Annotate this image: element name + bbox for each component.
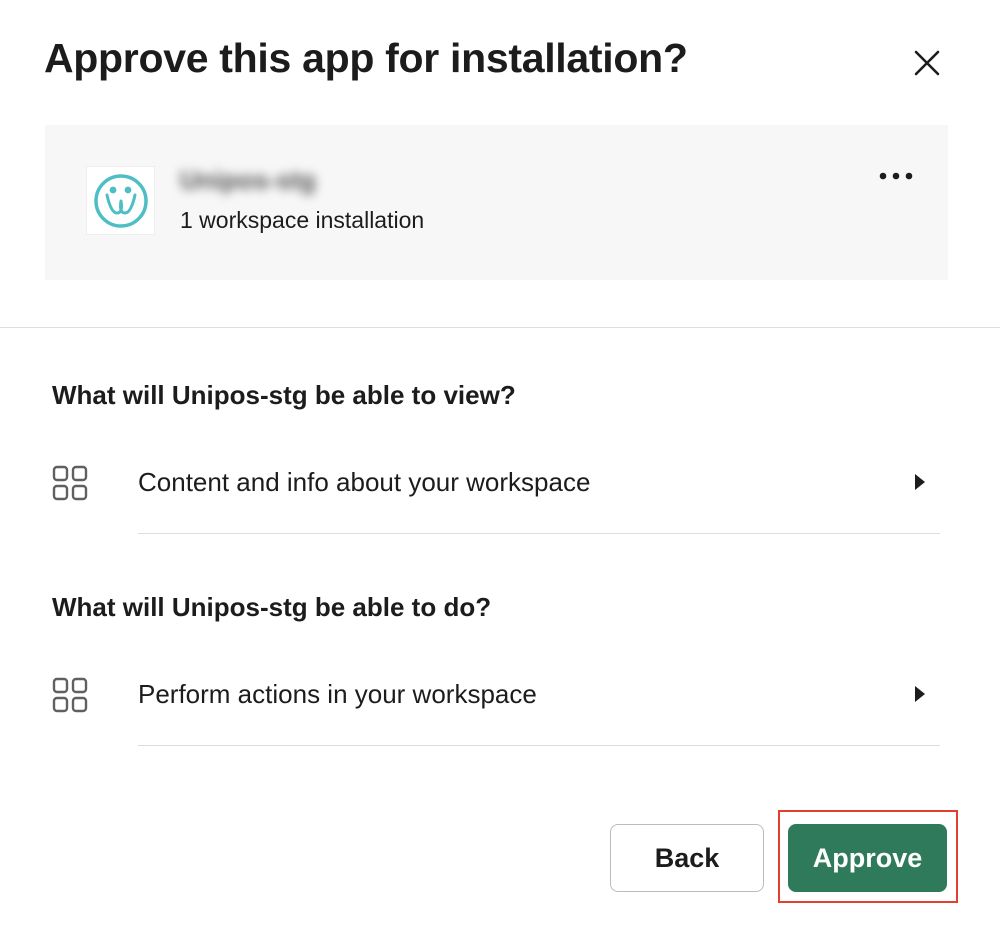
app-installation-count: 1 workspace installation: [180, 207, 425, 233]
more-horizontal-icon: [879, 172, 913, 180]
app-logo: [86, 166, 155, 235]
more-options-button[interactable]: [871, 159, 921, 193]
permission-row-view-content[interactable]: Content and info about your workspace: [50, 447, 940, 541]
app-name: Unipos-stg: [180, 165, 316, 195]
do-permissions-heading: What will Unipos-stg be able to do?: [52, 592, 492, 622]
caret-right-icon: [915, 474, 925, 490]
app-card: Unipos-stg 1 workspace installation: [45, 125, 948, 280]
caret-right-icon: [915, 686, 925, 702]
approve-button[interactable]: Approve: [788, 824, 947, 892]
permission-label: Content and info about your workspace: [138, 467, 591, 497]
row-divider: [138, 745, 940, 746]
close-button[interactable]: [906, 42, 948, 84]
grid-icon: [52, 677, 88, 713]
section-divider: [0, 327, 1000, 328]
permission-label: Perform actions in your workspace: [138, 679, 537, 709]
grid-icon: [52, 465, 88, 501]
close-icon: [914, 50, 940, 76]
permission-row-perform-actions[interactable]: Perform actions in your workspace: [50, 659, 940, 753]
unipos-logo-icon: [93, 173, 148, 228]
dialog-title: Approve this app for installation?: [44, 35, 688, 81]
view-permissions-heading: What will Unipos-stg be able to view?: [52, 380, 516, 410]
approve-app-dialog: Approve this app for installation? Unipo…: [0, 0, 1000, 932]
row-divider: [138, 533, 940, 534]
back-button[interactable]: Back: [610, 824, 764, 892]
